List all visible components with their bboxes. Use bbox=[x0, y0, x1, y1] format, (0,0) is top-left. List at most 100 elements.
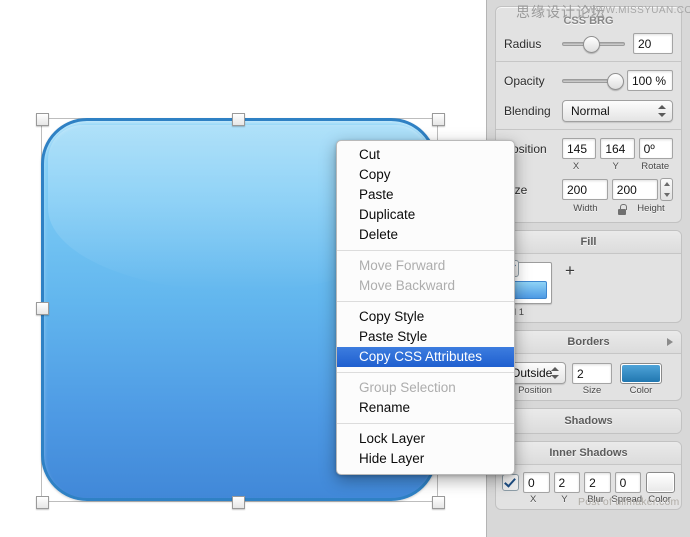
menu-item-move-forward: Move Forward bbox=[359, 258, 446, 273]
sublabel-inner-blur: Blur bbox=[587, 494, 605, 505]
opacity-slider-knob[interactable] bbox=[607, 72, 625, 90]
menu-separator bbox=[337, 250, 514, 251]
opacity-slider[interactable] bbox=[562, 72, 625, 90]
selection-handle-bottom-left[interactable] bbox=[36, 496, 49, 509]
position-x-input[interactable]: 145 bbox=[562, 138, 597, 159]
context-menu[interactable]: Cut Copy Paste Duplicate Delete Move Forward M… bbox=[336, 140, 515, 475]
radius-section: Radius 20 bbox=[496, 31, 681, 61]
blending-select[interactable]: Normal bbox=[562, 100, 673, 122]
lock-aspect-icon[interactable] bbox=[617, 203, 627, 215]
sublabel-inner-color: Color bbox=[648, 494, 671, 505]
blending-label: Blending bbox=[504, 104, 551, 118]
rotate-input[interactable]: 0º bbox=[638, 138, 673, 159]
size-stepper[interactable] bbox=[659, 178, 673, 201]
radius-slider[interactable] bbox=[562, 35, 625, 53]
opacity-label: Opacity bbox=[504, 73, 545, 88]
blending-value: Normal bbox=[571, 104, 610, 118]
radius-input[interactable]: 20 bbox=[633, 33, 673, 54]
inner-shadows-title: Inner Shadows bbox=[549, 447, 628, 459]
shadows-header[interactable]: Shadows bbox=[496, 409, 681, 433]
menu-item-move-backward: Move Backward bbox=[359, 278, 456, 293]
menu-item-hide-layer[interactable]: Hide Layer bbox=[337, 449, 514, 469]
sublabel-width: Width bbox=[573, 203, 598, 214]
chevron-right-icon[interactable] bbox=[667, 338, 673, 346]
add-fill-button[interactable]: + bbox=[565, 262, 575, 279]
fill-group: Fill Fill 1 + bbox=[495, 230, 682, 323]
sublabel-border-size: Size bbox=[582, 385, 602, 396]
inner-shadow-y-input[interactable]: 2 bbox=[553, 472, 581, 493]
borders-group: Borders Outside 2 Position Size Color bbox=[495, 330, 682, 401]
appearance-group: CSS BRG Radius 20 Opacity 100 % Blending… bbox=[495, 6, 682, 223]
position-sublabels: X Y Rotate bbox=[504, 161, 673, 172]
shadows-title: Shadows bbox=[564, 415, 613, 427]
border-color-well[interactable] bbox=[620, 362, 662, 384]
inner-shadow-enabled-checkbox[interactable] bbox=[502, 474, 519, 491]
height-input[interactable]: 200 bbox=[611, 179, 658, 200]
panel-title: CSS BRG bbox=[563, 15, 614, 27]
fill-body: Fill 1 + bbox=[496, 254, 681, 322]
shadows-group: Shadows bbox=[495, 408, 682, 434]
selection-handle-top-left[interactable] bbox=[36, 113, 49, 126]
inner-shadow-x-input[interactable]: 0 bbox=[523, 472, 550, 493]
size-row: Size 200 200 bbox=[504, 178, 673, 201]
inner-shadows-body: 0 2 2 0 X Y Blur Spread Color bbox=[496, 465, 681, 509]
menu-item-duplicate[interactable]: Duplicate bbox=[337, 205, 514, 225]
menu-separator bbox=[337, 301, 514, 302]
fill-header[interactable]: Fill bbox=[496, 231, 681, 254]
menu-item-paste[interactable]: Paste bbox=[337, 185, 514, 205]
sublabel-inner-y: Y bbox=[561, 494, 568, 505]
menu-separator bbox=[337, 372, 514, 373]
menu-item-group-selection: Group Selection bbox=[359, 380, 456, 395]
size-sublabels: Width Height bbox=[504, 203, 673, 215]
blending-row: Blending Normal bbox=[504, 100, 673, 122]
menu-item-copy[interactable]: Copy bbox=[337, 165, 514, 185]
opacity-blending-section: Opacity 100 % Blending Normal bbox=[496, 62, 681, 129]
panel-title-bar: CSS BRG bbox=[496, 7, 681, 31]
menu-item-rename[interactable]: Rename bbox=[337, 398, 514, 418]
selection-handle-bottom-right[interactable] bbox=[432, 496, 445, 509]
inner-shadow-blur-input[interactable]: 2 bbox=[584, 472, 611, 493]
sublabel-inner-x: X bbox=[530, 494, 537, 505]
menu-item-cut[interactable]: Cut bbox=[337, 145, 514, 165]
borders-sublabels: Position Size Color bbox=[504, 385, 673, 396]
inner-shadow-spread-input[interactable]: 0 bbox=[614, 472, 642, 493]
sublabel-height: Height bbox=[637, 203, 665, 214]
selection-handle-middle-left[interactable] bbox=[36, 302, 49, 315]
selection-handle-bottom-center[interactable] bbox=[232, 496, 245, 509]
menu-item-copy-style[interactable]: Copy Style bbox=[337, 307, 514, 327]
inspector-panel: CSS BRG Radius 20 Opacity 100 % Blending… bbox=[486, 0, 690, 537]
position-row: Position 145 164 0º bbox=[504, 138, 673, 159]
sublabel-border-color: Color bbox=[629, 385, 653, 396]
inner-shadows-sublabels: X Y Blur Spread Color bbox=[502, 494, 675, 505]
border-position-value: Outside bbox=[511, 366, 553, 380]
borders-title: Borders bbox=[567, 336, 610, 348]
menu-separator bbox=[337, 423, 514, 424]
selection-handle-top-right[interactable] bbox=[432, 113, 445, 126]
position-y-input[interactable]: 164 bbox=[600, 138, 635, 159]
radius-row: Radius 20 bbox=[504, 33, 673, 54]
sublabel-inner-spread: Spread bbox=[611, 494, 643, 505]
sublabel-rotate: Rotate bbox=[641, 161, 670, 172]
updown-arrows-icon bbox=[551, 366, 559, 380]
sublabel-y: Y bbox=[612, 161, 619, 172]
updown-arrows-icon bbox=[658, 104, 666, 118]
selection-handle-top-center[interactable] bbox=[232, 113, 245, 126]
width-input[interactable]: 200 bbox=[562, 179, 608, 200]
sublabel-x: X bbox=[572, 161, 580, 172]
menu-item-lock-layer[interactable]: Lock Layer bbox=[337, 429, 514, 449]
menu-item-copy-css-attributes[interactable]: Copy CSS Attributes bbox=[337, 347, 514, 367]
opacity-input[interactable]: 100 % bbox=[627, 70, 673, 91]
borders-body: Outside 2 Position Size Color bbox=[496, 354, 681, 400]
fill-title: Fill bbox=[580, 236, 597, 248]
inner-shadows-header[interactable]: ✛ Inner Shadows bbox=[496, 442, 681, 465]
menu-item-paste-style[interactable]: Paste Style bbox=[337, 327, 514, 347]
radius-label: Radius bbox=[504, 36, 542, 51]
geometry-section: Position 145 164 0º X Y Rotate Size 200 … bbox=[496, 130, 681, 222]
opacity-row: Opacity 100 % bbox=[504, 70, 673, 91]
menu-item-delete[interactable]: Delete bbox=[337, 225, 514, 245]
inner-shadows-group: ✛ Inner Shadows 0 2 2 0 X Y Blur Spread … bbox=[495, 441, 682, 510]
radius-slider-knob[interactable] bbox=[583, 35, 601, 53]
inner-shadow-color-well[interactable] bbox=[646, 472, 675, 493]
border-size-input[interactable]: 2 bbox=[572, 362, 612, 384]
borders-header[interactable]: Borders bbox=[496, 331, 681, 354]
